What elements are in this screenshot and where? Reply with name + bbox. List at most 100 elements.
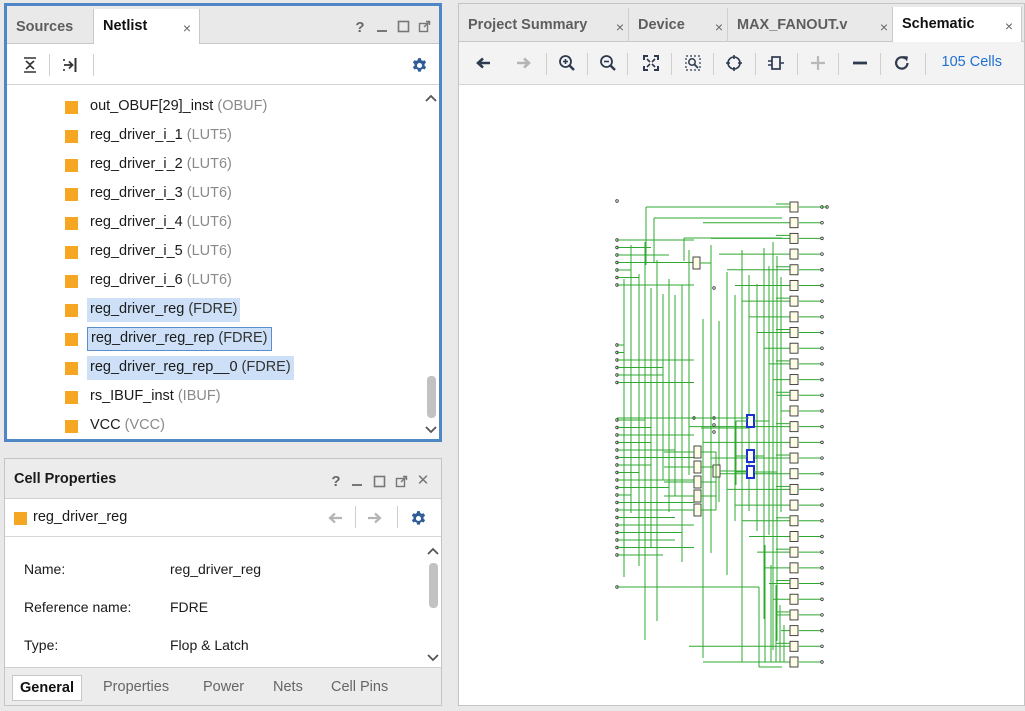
cell-box xyxy=(789,562,799,574)
port-marker xyxy=(820,346,824,350)
settings-icon[interactable] xyxy=(409,509,427,527)
help-icon[interactable]: ? xyxy=(353,19,367,36)
property-key: Type: xyxy=(24,637,59,653)
tree-item-label[interactable]: rs_IBUF_inst (IBUF) xyxy=(87,385,224,409)
scroll-down-icon[interactable] xyxy=(424,423,438,437)
minimize-icon[interactable] xyxy=(375,18,389,34)
tab-general[interactable]: General xyxy=(12,675,82,701)
add-icon[interactable] xyxy=(809,54,827,72)
property-value[interactable]: FDRE xyxy=(170,599,208,615)
close-icon[interactable]: × xyxy=(183,20,191,36)
tab-max-fanout-v[interactable]: MAX_FANOUT.v × xyxy=(727,8,892,42)
close-icon[interactable]: ✕ xyxy=(416,472,430,489)
cell-icon xyxy=(14,512,27,525)
tab-power[interactable]: Power xyxy=(196,675,251,701)
cell-box xyxy=(693,445,702,459)
tab-schematic[interactable]: Schematic × xyxy=(892,7,1022,43)
tree-item[interactable]: out_OBUF[29]_inst (OBUF) xyxy=(7,92,422,121)
scroll-thumb[interactable] xyxy=(429,563,438,608)
cell-box xyxy=(789,593,799,605)
netlist-toolbar xyxy=(7,44,439,85)
tree-item-label[interactable]: out_OBUF[29]_inst (OBUF) xyxy=(87,95,270,119)
minimize-icon[interactable] xyxy=(350,472,364,488)
scroll-thumb[interactable] xyxy=(427,376,436,418)
tree-item[interactable]: reg_driver_i_2 (LUT6) xyxy=(7,150,422,179)
tree-item[interactable]: rs_IBUF_inst (IBUF) xyxy=(7,382,422,411)
toolbar-separator xyxy=(93,54,94,76)
tree-item-label[interactable]: reg_driver_i_3 (LUT6) xyxy=(87,182,235,206)
schematic-diagram[interactable] xyxy=(459,85,1024,705)
zoom-in-icon[interactable] xyxy=(558,53,576,73)
tree-item[interactable]: reg_driver_i_4 (LUT6) xyxy=(7,208,422,237)
zoom-out-icon[interactable] xyxy=(599,53,617,73)
settings-icon[interactable] xyxy=(410,56,428,74)
tree-item-label[interactable]: reg_driver_reg_rep__0 (FDRE) xyxy=(87,356,294,380)
tree-item[interactable]: reg_driver_i_3 (LUT6) xyxy=(7,179,422,208)
help-icon[interactable]: ? xyxy=(329,473,343,490)
property-value[interactable]: Flop & Latch xyxy=(170,637,249,653)
float-icon[interactable] xyxy=(417,18,431,34)
cell-box xyxy=(789,358,799,370)
select-icon[interactable] xyxy=(725,54,743,72)
properties-scrollbar[interactable] xyxy=(424,539,441,667)
float-icon[interactable] xyxy=(394,473,408,489)
refresh-icon[interactable] xyxy=(893,53,911,73)
tab-project-summary[interactable]: Project Summary × xyxy=(459,8,628,42)
tree-item-label[interactable]: reg_driver_reg_rep (FDRE) xyxy=(87,327,272,351)
toolbar-separator xyxy=(838,53,839,75)
netlist-scrollbar[interactable] xyxy=(422,85,439,439)
tree-item-label[interactable]: reg_driver_i_4 (LUT6) xyxy=(87,211,235,235)
tab-sources[interactable]: Sources xyxy=(7,10,93,44)
close-icon[interactable]: × xyxy=(880,19,888,35)
scroll-down-icon[interactable] xyxy=(426,651,440,665)
tree-item[interactable]: reg_driver_reg_rep__0 (FDRE) xyxy=(7,353,422,382)
toolbar-separator xyxy=(713,53,714,75)
expand-icon[interactable] xyxy=(60,55,80,75)
cell-count-link[interactable]: 105 Cells xyxy=(942,54,1002,70)
cell-type: (LUT6) xyxy=(186,156,232,172)
tab-device[interactable]: Device × xyxy=(628,8,727,42)
tab-properties[interactable]: Properties xyxy=(96,675,176,701)
fit-icon[interactable] xyxy=(642,54,660,72)
cell-box xyxy=(693,475,702,489)
tree-item[interactable]: reg_driver_i_1 (LUT5) xyxy=(7,121,422,150)
tree-item[interactable]: VCC (VCC) xyxy=(7,411,422,439)
schematic-canvas[interactable] xyxy=(459,85,1024,705)
back-arrow-icon[interactable] xyxy=(326,510,344,526)
tree-item-label[interactable]: reg_driver_i_5 (LUT6) xyxy=(87,240,235,264)
tree-item-label[interactable]: reg_driver_i_1 (LUT5) xyxy=(87,124,235,148)
cell-icon xyxy=(65,333,78,346)
forward-arrow-icon[interactable] xyxy=(366,510,384,526)
tab-netlist[interactable]: Netlist × xyxy=(93,9,200,45)
back-arrow-icon[interactable] xyxy=(474,54,492,72)
cell-name: reg_driver_i_5 xyxy=(90,243,183,259)
tree-item-label[interactable]: reg_driver_reg (FDRE) xyxy=(87,298,241,322)
component-icon[interactable] xyxy=(767,54,785,72)
port-marker xyxy=(820,362,824,366)
remove-icon[interactable] xyxy=(851,54,869,72)
forward-arrow-icon[interactable] xyxy=(515,54,533,72)
tree-item-label[interactable]: reg_driver_i_2 (LUT6) xyxy=(87,153,235,177)
property-value[interactable]: reg_driver_reg xyxy=(170,561,261,577)
close-icon[interactable]: × xyxy=(616,19,624,35)
tree-item[interactable]: reg_driver_i_5 (LUT6) xyxy=(7,237,422,266)
tree-item[interactable]: reg_driver_reg_rep (FDRE) xyxy=(7,324,422,353)
collapse-all-icon[interactable] xyxy=(20,55,40,75)
maximize-icon[interactable] xyxy=(372,473,386,489)
zoom-area-icon[interactable] xyxy=(684,54,702,72)
cell-name: reg_driver_reg_rep__0 xyxy=(90,359,238,375)
maximize-icon[interactable] xyxy=(396,18,410,34)
scroll-up-icon[interactable] xyxy=(424,91,438,105)
tree-item-label[interactable]: VCC (VCC) xyxy=(87,414,168,438)
tree-item[interactable]: reg_driver_i_6 (LUT6) xyxy=(7,266,422,295)
scroll-up-icon[interactable] xyxy=(426,544,440,558)
close-icon[interactable]: × xyxy=(1005,18,1013,34)
cell-name: out_OBUF[29]_inst xyxy=(90,98,214,114)
tab-cell-pins[interactable]: Cell Pins xyxy=(324,675,395,701)
tab-nets[interactable]: Nets xyxy=(266,675,310,701)
tree-item[interactable]: reg_driver_reg (FDRE) xyxy=(7,295,422,324)
tab-schematic-label: Schematic xyxy=(902,16,975,32)
port-marker xyxy=(820,550,824,554)
tree-item-label[interactable]: reg_driver_i_6 (LUT6) xyxy=(87,269,235,293)
close-icon[interactable]: × xyxy=(715,19,723,35)
